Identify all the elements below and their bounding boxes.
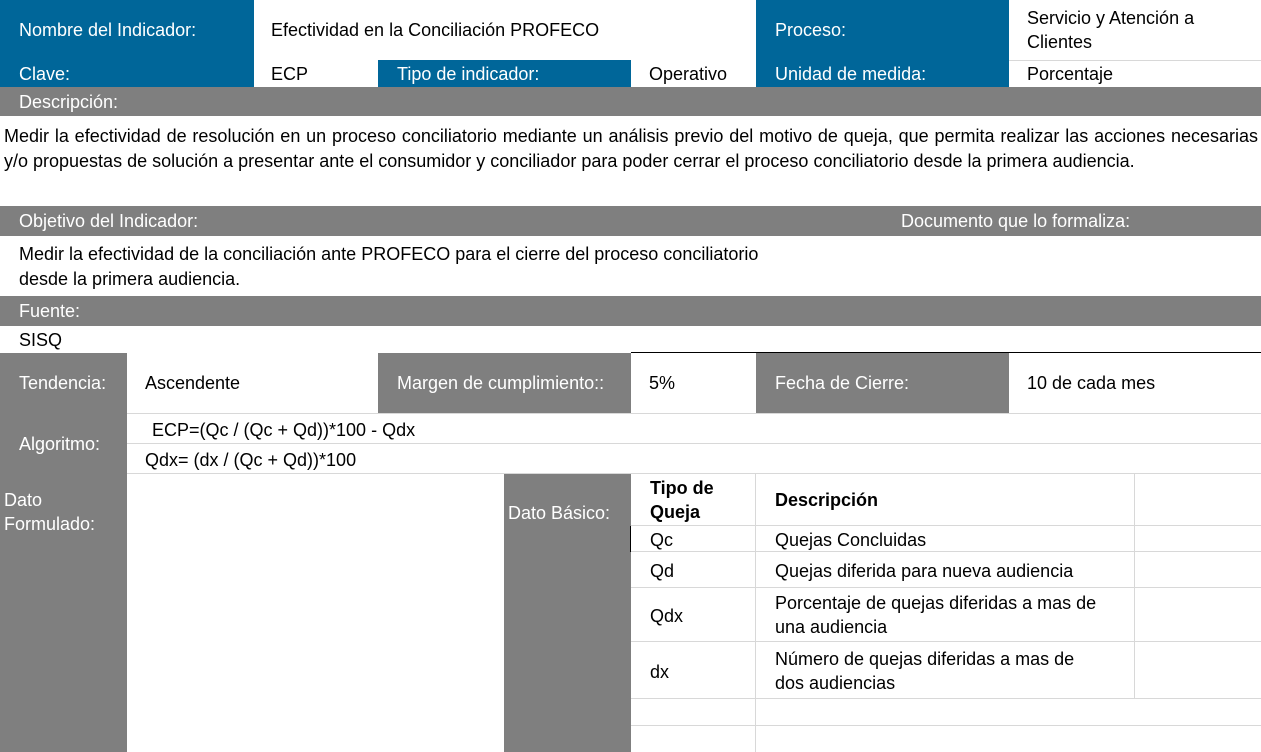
formula-ecp: ECP=(Qc / (Qc + Qd))*100 - Qdx: [152, 420, 416, 440]
divider: [127, 473, 1261, 474]
descripcion-text: Medir la efectividad de resolución en un…: [4, 126, 1258, 171]
nombre-label: Nombre del Indicador:: [0, 0, 254, 60]
documento-label: Documento que lo formaliza:: [901, 211, 1131, 231]
nombre-label-text: Nombre del Indicador:: [19, 20, 197, 40]
row-qd-desc: Quejas diferida para nueva audiencia: [775, 561, 1074, 581]
divider: [631, 551, 1261, 552]
row-qdx-desc: Porcentaje de quejas diferidas a mas de …: [775, 591, 1135, 639]
tendencia-label: Tendencia:: [0, 353, 127, 413]
divider: [1009, 60, 1261, 61]
row-qc-tipo: Qc: [650, 530, 674, 550]
fuente-value: SISQ: [19, 330, 63, 350]
col-tipo-line2: Queja: [650, 502, 701, 522]
divider: [631, 698, 1261, 699]
descripcion-header: Descripción:: [0, 87, 1261, 116]
row-dx-desc-line1: Número de quejas diferidas a mas de: [775, 649, 1075, 669]
nombre-value: Efectividad en la Conciliación PROFECO: [254, 0, 756, 60]
objetivo-label: Objetivo del Indicador:: [19, 211, 199, 231]
column-separator: [755, 474, 756, 752]
tendencia-label-text: Tendencia:: [19, 373, 107, 393]
row-dx-desc-line2: dos audiencias: [775, 673, 896, 693]
col-tipo-header: Tipo de Queja: [650, 476, 750, 524]
margen-value: 5%: [631, 353, 756, 413]
fuente-header: Fuente:: [0, 296, 1261, 326]
divider: [631, 525, 1261, 526]
margen-label: Margen de cumplimiento::: [378, 353, 631, 413]
border-line: [630, 526, 631, 552]
divider: [631, 725, 1261, 726]
col-desc-header: Descripción: [775, 490, 879, 510]
algoritmo-label: Algoritmo:: [0, 413, 127, 474]
tendencia-value: Ascendente: [127, 353, 378, 413]
objetivo-line2: desde la primera audiencia.: [19, 269, 241, 289]
margen-label-text: Margen de cumplimiento::: [397, 373, 605, 393]
row-qd-tipo: Qd: [650, 561, 675, 581]
fecha-value-text: 10 de cada mes: [1027, 373, 1156, 393]
divider: [127, 443, 1261, 444]
tipo-value: Operativo: [631, 60, 756, 87]
proceso-value: Servicio y Atención a Clientes: [1009, 6, 1239, 60]
tendencia-value-text: Ascendente: [145, 373, 241, 393]
dato-formulado-line1: Dato: [4, 490, 43, 510]
unidad-value: Porcentaje: [1009, 60, 1261, 87]
nombre-value-text: Efectividad en la Conciliación PROFECO: [271, 20, 600, 40]
margen-value-text: 5%: [649, 373, 676, 393]
column-separator: [1134, 474, 1135, 698]
dato-formulado-line2: Formulado:: [4, 514, 96, 534]
row-qc-desc: Quejas Concluidas: [775, 530, 927, 550]
fecha-value: 10 de cada mes: [1009, 353, 1261, 413]
divider: [631, 641, 1261, 642]
col-tipo-line1: Tipo de: [650, 478, 714, 498]
dato-basico-label: Dato Básico:: [504, 474, 631, 752]
algoritmo-label-text: Algoritmo:: [19, 433, 101, 454]
objetivo-header: Objetivo del Indicador: Documento que lo…: [0, 206, 1261, 236]
divider: [127, 413, 1261, 414]
row-qdx-desc-line2: una audiencia: [775, 617, 888, 637]
row-dx-tipo: dx: [650, 662, 670, 682]
proceso-label-text: Proceso:: [775, 20, 847, 40]
clave-value: ECP: [254, 60, 378, 87]
fecha-label: Fecha de Cierre:: [756, 353, 1009, 413]
proceso-label: Proceso:: [756, 0, 1009, 60]
dato-formulado-label: Dato Formulado:: [0, 474, 127, 752]
fecha-label-text: Fecha de Cierre:: [775, 373, 910, 393]
clave-label: Clave:: [0, 60, 254, 87]
divider: [631, 587, 1261, 588]
formula-qdx: Qdx= (dx / (Qc + Qd))*100: [145, 450, 357, 470]
row-qdx-desc-line1: Porcentaje de quejas diferidas a mas de: [775, 593, 1097, 613]
unidad-label: Unidad de medida:: [756, 60, 1009, 87]
row-dx-desc: Número de quejas diferidas a mas de dos …: [775, 647, 1135, 695]
objetivo-line1: Medir la efectividad de la conciliación …: [19, 244, 759, 264]
row-qdx-tipo: Qdx: [650, 606, 684, 626]
tipo-label: Tipo de indicador:: [378, 60, 631, 87]
